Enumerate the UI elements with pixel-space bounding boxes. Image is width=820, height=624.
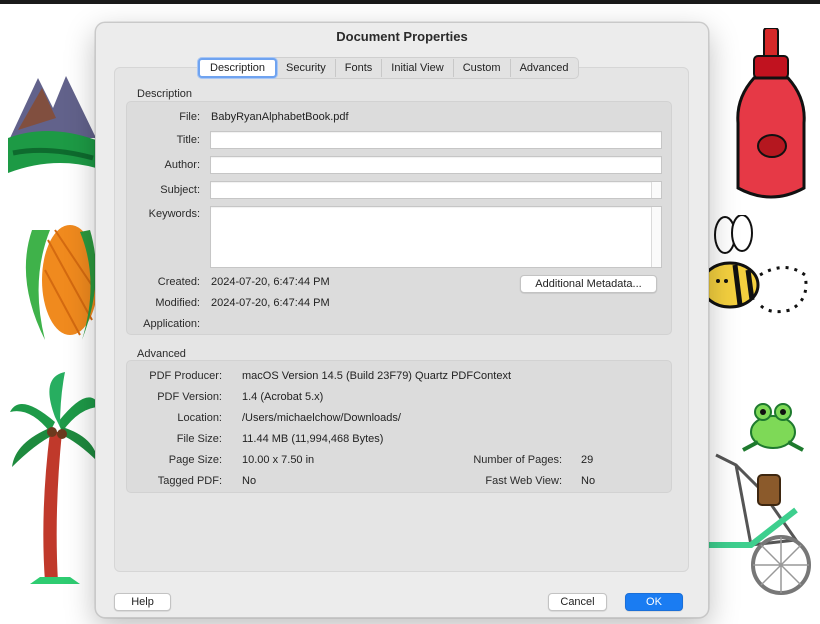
top-window-strip (0, 0, 820, 4)
keywords-label: Keywords: (148, 208, 200, 220)
tab-advanced[interactable]: Advanced (511, 59, 578, 77)
tab-bar: Description Security Fonts Initial View … (197, 57, 579, 79)
pdf-producer-value: macOS Version 14.5 (Build 23F79) Quartz … (242, 370, 512, 382)
fast-web-view-label: Fast Web View: (485, 475, 562, 487)
ok-button[interactable]: OK (625, 593, 683, 611)
fast-web-view-value: No (581, 475, 596, 487)
page-size-value: 10.00 x 7.50 in (242, 454, 315, 466)
cancel-button[interactable]: Cancel (548, 593, 607, 611)
document-properties-dialog: Document Properties Description Security… (95, 22, 709, 618)
modified-label: Modified: (155, 297, 200, 309)
keywords-scrollbar[interactable] (651, 207, 661, 267)
application-label: Application: (143, 318, 200, 330)
created-label: Created: (157, 276, 200, 288)
file-label: File: (179, 111, 200, 123)
subject-label: Subject: (160, 184, 200, 196)
subject-scrollbar[interactable] (651, 182, 661, 198)
tab-fonts[interactable]: Fonts (336, 59, 383, 77)
subject-field[interactable] (210, 181, 662, 199)
number-of-pages-label: Number of Pages: (473, 454, 562, 466)
corn-doodle-image (25, 225, 98, 340)
title-label: Title: (176, 134, 200, 146)
title-field[interactable] (210, 131, 662, 149)
file-value: BabyRyanAlphabetBook.pdf (211, 111, 349, 123)
advanced-group: PDF Producer: macOS Version 14.5 (Build … (126, 360, 672, 493)
tab-content-panel: Description File: BabyRyanAlphabetBook.p… (114, 67, 689, 572)
created-value: 2024-07-20, 6:47:44 PM (211, 276, 330, 288)
description-section-label: Description (137, 88, 193, 100)
mountain-doodle-image (8, 76, 96, 173)
keywords-field[interactable] (210, 206, 662, 268)
number-of-pages-value: 29 (581, 454, 594, 466)
tagged-pdf-label: Tagged PDF: (157, 475, 222, 487)
location-value: /Users/michaelchow/Downloads/ (242, 412, 401, 424)
page-size-label: Page Size: (168, 454, 222, 466)
file-size-label: File Size: (176, 433, 222, 445)
bee-doodle-image (700, 215, 808, 314)
ketchup-bottle-doodle-image (736, 28, 806, 199)
tab-initial-view[interactable]: Initial View (382, 59, 454, 77)
author-label: Author: (164, 159, 200, 171)
tab-security[interactable]: Security (277, 59, 336, 77)
additional-metadata-button[interactable]: Additional Metadata... (520, 275, 657, 293)
file-size-value: 11.44 MB (11,994,468 Bytes) (242, 433, 384, 445)
location-label: Location: (177, 412, 222, 424)
palm-tree-doodle-image (10, 372, 100, 584)
author-field[interactable] (210, 156, 662, 174)
pdf-version-value: 1.4 (Acrobat 5.x) (242, 391, 324, 403)
dialog-title: Document Properties (336, 29, 468, 44)
tab-description[interactable]: Description (198, 58, 278, 78)
help-button[interactable]: Help (114, 593, 171, 611)
tab-custom[interactable]: Custom (454, 59, 511, 77)
pdf-version-label: PDF Version: (157, 391, 222, 403)
modified-value: 2024-07-20, 6:47:44 PM (211, 297, 330, 309)
description-group: File: BabyRyanAlphabetBook.pdf Title: Au… (126, 101, 672, 335)
bicycle-doodle-image (706, 453, 811, 595)
frog-doodle-image (742, 403, 804, 452)
pdf-producer-label: PDF Producer: (149, 370, 222, 382)
advanced-section-label: Advanced (137, 348, 186, 360)
tagged-pdf-value: No (242, 475, 257, 487)
